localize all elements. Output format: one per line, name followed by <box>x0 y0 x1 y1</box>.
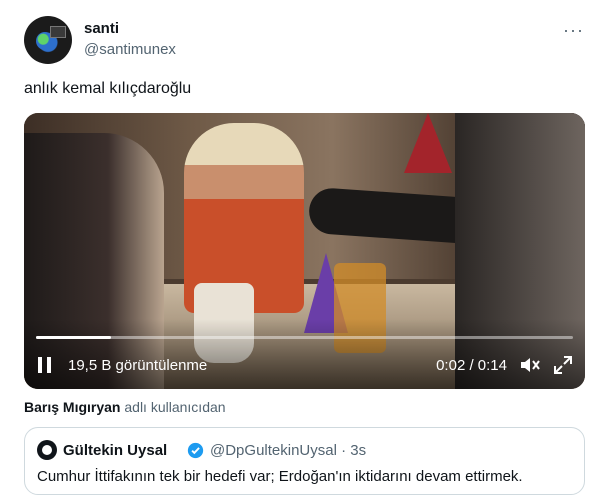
attribution-user[interactable]: Barış Mıgıryan <box>24 399 120 415</box>
video-progress-bar[interactable] <box>36 336 573 339</box>
video-attribution: Barış Mıgıryan adlı kullanıcıdan <box>24 399 226 415</box>
screen-image <box>50 26 66 38</box>
video-progress-fill <box>36 336 112 339</box>
video-player[interactable]: 19,5 B görüntülenme 0:02 / 0:14 <box>24 113 585 389</box>
fullscreen-icon[interactable] <box>553 355 573 375</box>
tweet-header: santi @santimunex ··· <box>24 14 590 66</box>
pause-icon[interactable] <box>38 357 52 373</box>
quote-avatar[interactable] <box>37 440 57 460</box>
attribution-suffix: adlı kullanıcıdan <box>124 399 226 415</box>
video-view-count: 19,5 B görüntülenme <box>68 357 208 374</box>
video-time: 0:02 / 0:14 <box>436 357 507 374</box>
author-handle[interactable]: @santimunex <box>84 41 176 58</box>
more-horizontal-icon[interactable]: ··· <box>563 20 584 41</box>
verified-icon <box>187 442 204 459</box>
quoted-tweet[interactable]: Gültekin Uysal @DpGultekinUysal · 3s Cum… <box>24 427 585 495</box>
avatar[interactable] <box>24 16 72 64</box>
author-display-name[interactable]: santi <box>84 20 176 37</box>
mute-icon[interactable] <box>519 355 541 375</box>
tweet-text: anlık kemal kılıçdaroğlu <box>24 80 192 97</box>
quote-author-name[interactable]: Gültekin Uysal <box>63 442 167 459</box>
video-controls: 19,5 B görüntülenme 0:02 / 0:14 <box>24 345 585 389</box>
video-frame-party-hat-red <box>404 113 452 173</box>
author-block[interactable]: santi @santimunex <box>84 20 176 58</box>
quote-text: Cumhur İttifakının tek bir hedefi var; E… <box>37 468 523 485</box>
quote-handle-time[interactable]: @DpGultekinUysal · 3s <box>210 442 366 459</box>
